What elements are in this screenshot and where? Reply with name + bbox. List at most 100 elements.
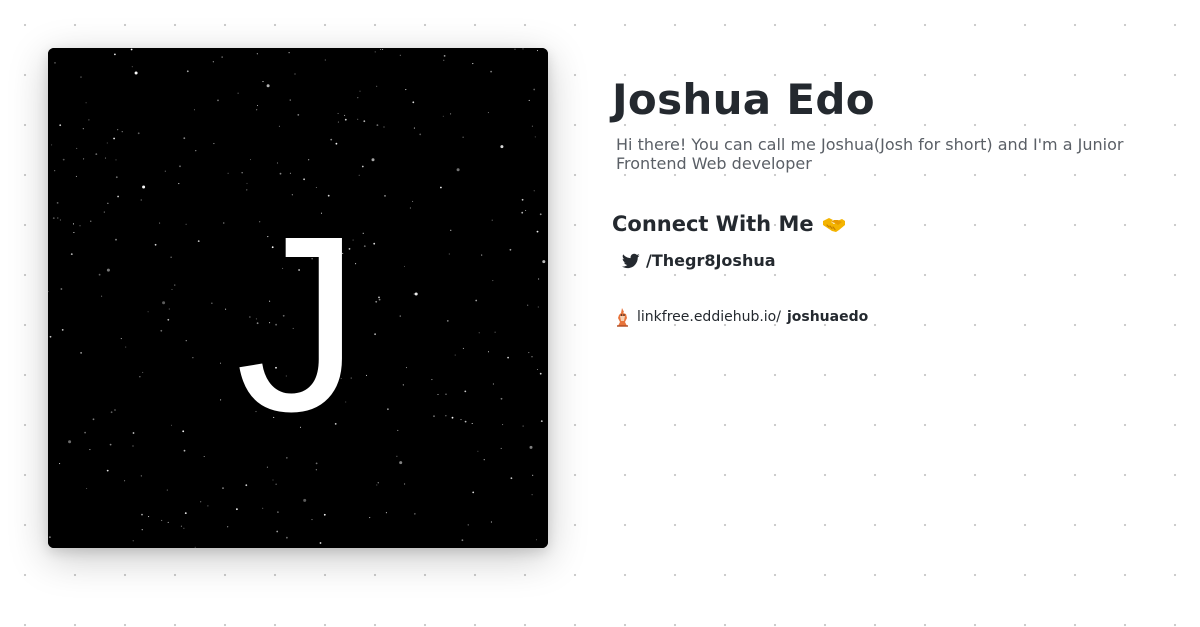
star (431, 379, 433, 381)
star (217, 99, 219, 102)
star (451, 416, 454, 419)
star (528, 99, 530, 101)
star (363, 245, 366, 248)
star (443, 59, 445, 61)
star (167, 521, 169, 523)
star (266, 466, 268, 468)
star (500, 145, 504, 149)
star (76, 147, 78, 149)
star (528, 352, 530, 354)
star (197, 240, 200, 243)
star (114, 409, 116, 411)
star (117, 129, 119, 131)
star (500, 397, 503, 400)
star (182, 430, 185, 433)
star (442, 115, 444, 117)
star (399, 54, 401, 56)
star (359, 90, 361, 92)
avatar: J (48, 48, 548, 548)
star (461, 539, 464, 542)
star (286, 536, 288, 539)
star (483, 459, 485, 461)
star (70, 253, 73, 256)
star (303, 178, 305, 181)
star (132, 540, 134, 542)
star (83, 158, 85, 160)
star (207, 505, 209, 507)
profile-name: Joshua Edo (612, 75, 875, 124)
star (491, 219, 493, 221)
star (534, 136, 536, 138)
star (59, 124, 62, 127)
twitter-link[interactable]: /Thegr8Joshua (621, 251, 1152, 271)
star (213, 143, 215, 145)
star (256, 104, 259, 107)
star (477, 450, 479, 452)
connect-heading: Connect With Me (612, 211, 1152, 237)
star (49, 536, 51, 539)
star (262, 81, 264, 83)
star (60, 288, 63, 290)
star (525, 209, 527, 212)
star (184, 512, 187, 514)
star (405, 367, 408, 369)
linkfree-footer[interactable]: linkfree.eddiehub.io/ joshuaedo (614, 307, 1152, 327)
star (522, 48, 524, 50)
star (413, 293, 415, 295)
star (57, 217, 59, 219)
star (54, 62, 56, 64)
star (125, 346, 127, 348)
star (79, 225, 81, 227)
star (289, 172, 291, 174)
star (358, 174, 360, 176)
star (419, 133, 422, 136)
star (472, 63, 474, 65)
star (522, 425, 524, 427)
star (142, 371, 144, 373)
star (200, 501, 202, 503)
star (362, 232, 364, 234)
star (140, 199, 142, 201)
star (115, 238, 117, 241)
star (399, 315, 401, 317)
star (166, 489, 168, 491)
star (409, 207, 411, 209)
star (335, 142, 338, 145)
handshake-icon (822, 212, 846, 236)
star (446, 320, 449, 322)
star (403, 265, 406, 267)
star (371, 158, 375, 162)
star (109, 443, 112, 446)
star (380, 48, 382, 51)
star (443, 55, 446, 57)
star (531, 125, 533, 127)
star (236, 508, 238, 511)
star (297, 114, 300, 116)
star (467, 524, 469, 526)
star (114, 53, 116, 56)
star (147, 311, 149, 313)
star (294, 73, 296, 75)
star (527, 304, 529, 306)
star (148, 516, 150, 518)
star (315, 469, 317, 471)
star (141, 513, 143, 516)
star (103, 211, 105, 213)
star (487, 351, 490, 353)
star (445, 415, 447, 417)
star (241, 172, 243, 174)
star (106, 142, 108, 144)
star (533, 88, 536, 91)
star (471, 422, 473, 425)
star (462, 347, 464, 349)
star (399, 461, 403, 465)
star (357, 118, 359, 120)
star (324, 59, 326, 61)
star (256, 53, 258, 55)
star (344, 118, 347, 121)
star (448, 253, 450, 255)
star (533, 190, 535, 192)
linkfree-logo-icon (614, 307, 631, 327)
star (195, 150, 197, 152)
linkfree-domain: linkfree.eddiehub.io/ (637, 309, 781, 325)
